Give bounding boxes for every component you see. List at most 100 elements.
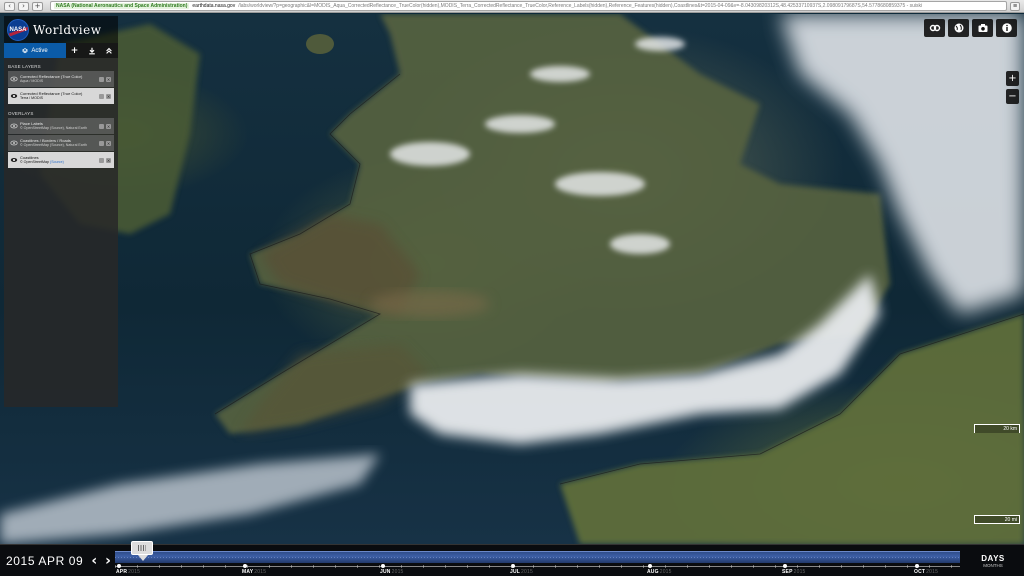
download-button[interactable] (83, 43, 100, 58)
back-icon[interactable]: ‹ (4, 1, 15, 11)
month-label[interactable]: AUG2015 (647, 569, 672, 575)
timeline-coverage-band (115, 551, 960, 563)
day-tick (115, 565, 116, 568)
info-button[interactable] (996, 19, 1017, 37)
day-tick (929, 565, 930, 568)
chevron-right-icon[interactable]: › (105, 553, 111, 569)
eye-icon[interactable] (10, 92, 18, 100)
info-icon (1001, 23, 1012, 33)
eye-hidden-icon[interactable] (10, 122, 18, 130)
day-tick (225, 565, 226, 568)
day-tick (269, 565, 270, 568)
add-layer-button[interactable]: + (66, 43, 83, 58)
eye-icon[interactable] (10, 156, 18, 164)
day-tick (291, 565, 292, 568)
nasa-logo[interactable]: NASA (7, 18, 29, 41)
download-icon (88, 47, 95, 54)
day-tick (731, 565, 732, 568)
address-bar[interactable]: NASA (National Aeronautics and Space Adm… (50, 1, 1007, 11)
share-link-button[interactable] (924, 19, 945, 37)
timeline-slider-handle[interactable] (131, 541, 153, 561)
tab-active-label: Active (31, 47, 48, 54)
layer-source: © OpenStreetMap (Source) (20, 160, 97, 165)
zoom-out-button[interactable]: − (1006, 89, 1019, 104)
month-name: OCT (914, 569, 926, 575)
day-tick (247, 565, 248, 568)
map-imagery (0, 14, 1024, 544)
eye-hidden-icon[interactable] (10, 75, 18, 83)
month-year: 2015 (521, 569, 533, 575)
month-year: 2015 (659, 569, 672, 575)
month-year: 2015 (793, 569, 806, 575)
day-tick (533, 565, 534, 568)
month-marker (914, 564, 919, 568)
day-tick (511, 565, 512, 568)
month-name: AUG (647, 569, 659, 575)
layers-icon (22, 47, 29, 53)
day-tick (423, 565, 424, 568)
layer-row-terra-true-color[interactable]: Corrected Reflectance (True Color) Terra… (8, 88, 114, 104)
day-tick (841, 565, 842, 568)
close-icon[interactable]: × (106, 157, 111, 163)
day-tick (643, 565, 644, 568)
chevron-left-icon[interactable]: ‹ (91, 553, 97, 569)
month-label[interactable]: JUL2015 (510, 569, 533, 575)
month-marker (647, 564, 652, 568)
layer-row-place-labels[interactable]: Place Labels © OpenStreetMap (Source), N… (8, 118, 114, 134)
zoom-in-button[interactable]: + (1006, 71, 1019, 86)
eye-hidden-icon[interactable] (10, 139, 18, 147)
grip-icon (138, 545, 146, 551)
day-tick (775, 565, 776, 568)
forward-icon[interactable]: › (18, 1, 29, 11)
timeline-zoom-level[interactable]: DAYS MONTHS (962, 545, 1024, 576)
day-tick (907, 565, 908, 568)
settings-icon[interactable] (99, 157, 104, 163)
tab-active-layers[interactable]: Active (4, 43, 66, 58)
month-label[interactable]: MAY2015 (242, 569, 266, 575)
estuary-sediment (370, 290, 490, 318)
layer-source: Terra / MODIS (20, 96, 43, 100)
scale-km: 20 km (974, 424, 1020, 433)
day-tick (181, 565, 182, 568)
day-tick (467, 565, 468, 568)
timeline-track[interactable]: APR2015 MAY2015 JUN2015 JUL2015 AUG2015 SEP20… (115, 541, 960, 576)
scale-bar: 20 km 20 mi (974, 424, 1020, 524)
current-date[interactable]: 2015 APR 09 (6, 554, 83, 568)
snapshot-button[interactable] (972, 19, 993, 37)
projection-button[interactable] (948, 19, 969, 37)
settings-icon[interactable] (99, 76, 104, 82)
settings-icon[interactable] (99, 123, 104, 129)
camera-icon (978, 24, 987, 32)
close-icon[interactable]: × (106, 76, 111, 82)
month-marker (782, 564, 787, 568)
layer-row-aqua-true-color[interactable]: Corrected Reflectance (True Color) Aqua … (8, 71, 114, 87)
close-icon[interactable]: × (106, 123, 111, 129)
url-path: /labs/worldview/?p=geographic&l=MODIS_Aq… (238, 3, 923, 9)
month-marker (380, 564, 385, 568)
day-tick (137, 565, 138, 568)
day-tick (577, 565, 578, 568)
scale-mi: 20 mi (974, 515, 1020, 524)
month-label[interactable]: SEP2015 (782, 569, 806, 575)
layer-source-link[interactable]: (Source) (50, 160, 64, 164)
satellite-map[interactable] (0, 14, 1024, 544)
month-year: 2015 (926, 569, 939, 575)
month-label[interactable]: JUN2015 (380, 569, 404, 575)
timeline: 2015 APR 09 ‹ › APR2015 MAY2015 JUN2015 JUL… (0, 541, 1024, 576)
layer-row-borders-roads[interactable]: Coastlines / Borders / Roads © OpenStree… (8, 135, 114, 151)
day-tick (709, 565, 710, 568)
settings-icon[interactable] (99, 93, 104, 99)
layers-panel: Active + BASE LAYERS Corrected Reflectan… (4, 43, 118, 407)
close-icon[interactable]: × (106, 140, 111, 146)
layer-row-coastlines[interactable]: Coastlines © OpenStreetMap (Source) × (8, 152, 114, 168)
layer-source-prefix: © OpenStreetMap (20, 160, 51, 164)
day-tick (489, 565, 490, 568)
month-label[interactable]: OCT2015 (914, 569, 938, 575)
settings-icon[interactable] (99, 140, 104, 146)
month-label[interactable]: APR2015 (116, 569, 140, 575)
new-tab-icon[interactable]: + (32, 1, 43, 11)
collapse-panel-button[interactable] (100, 43, 117, 58)
day-tick (951, 565, 952, 568)
close-icon[interactable]: × (106, 93, 111, 99)
hamburger-icon[interactable]: ≡ (1010, 1, 1020, 11)
